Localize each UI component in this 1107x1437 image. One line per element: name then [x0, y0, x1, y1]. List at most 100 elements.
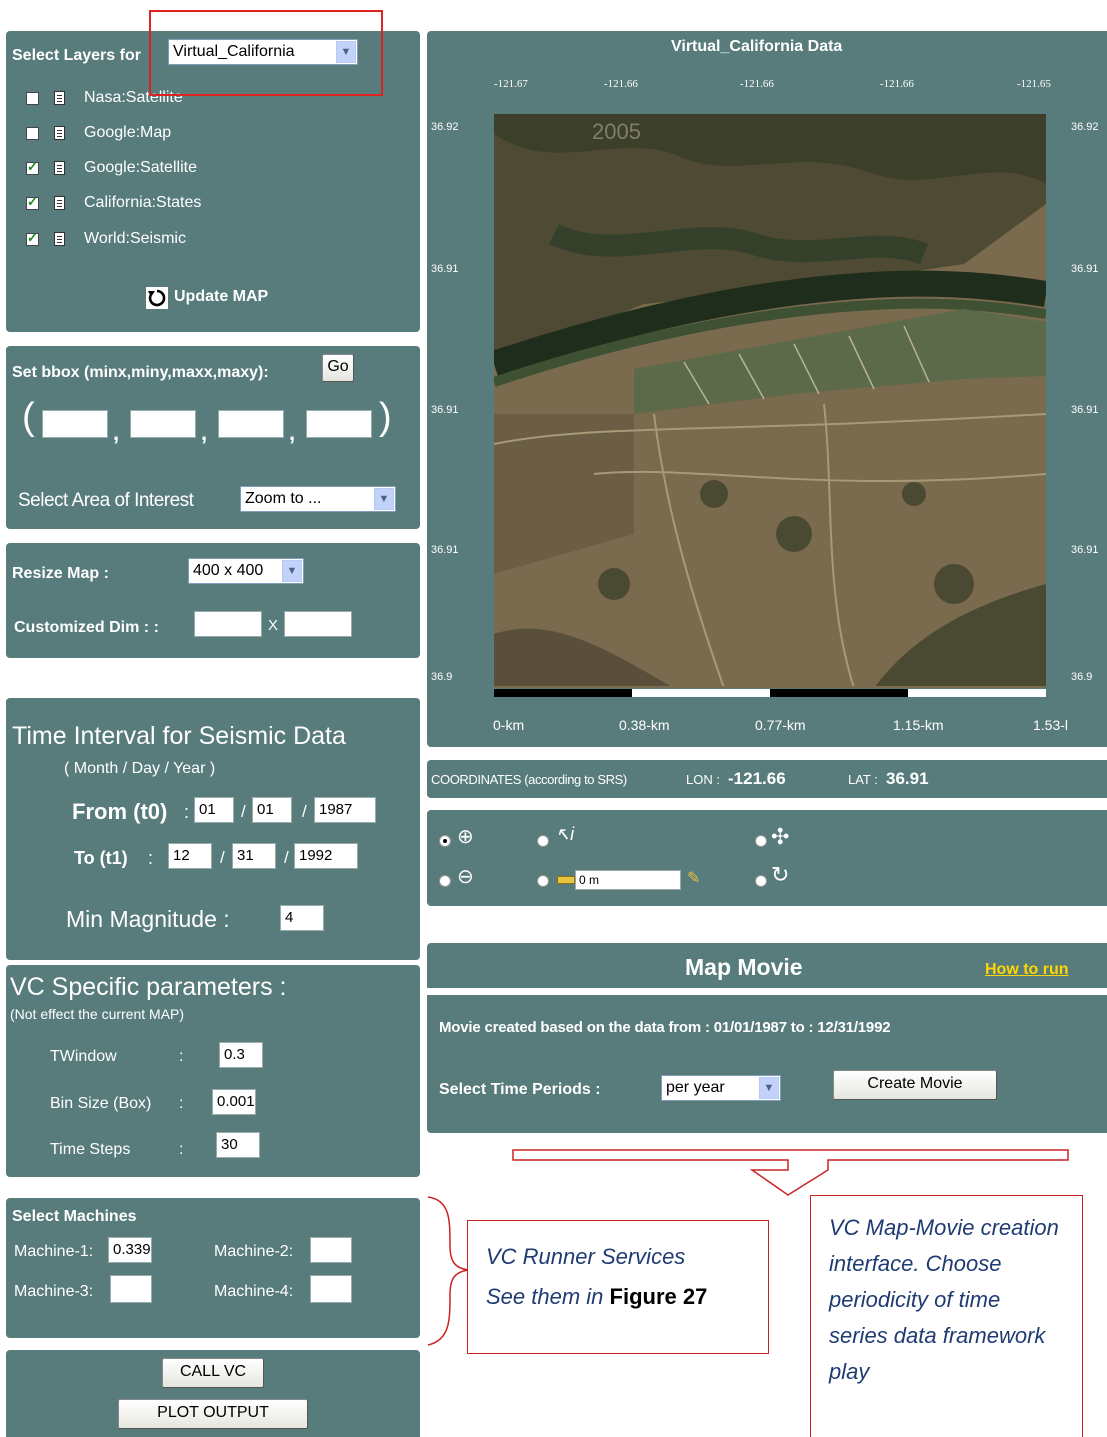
call-vc-button[interactable]: CALL VC [162, 1358, 264, 1388]
scale-label: 1.53-l [1033, 717, 1069, 733]
layer-checkbox[interactable] [26, 127, 39, 140]
movie-created-text: Movie created based on the data from : 0… [439, 1019, 891, 1036]
to-day-field[interactable]: 31 [232, 843, 276, 869]
maxx-field[interactable] [218, 410, 284, 438]
rotate-icon[interactable]: ↻ [771, 862, 789, 888]
size-value: 400 x 400 [193, 562, 264, 579]
slash: / [220, 848, 225, 867]
timesteps-field[interactable]: 30 [216, 1132, 260, 1158]
create-movie-button[interactable]: Create Movie [833, 1070, 997, 1100]
scale-label: 0.77-km [755, 717, 806, 733]
go-button[interactable]: Go [322, 354, 354, 382]
ruler-icon[interactable] [557, 876, 575, 884]
satellite-map-image[interactable]: 2005 [494, 114, 1046, 688]
from-day-field[interactable]: 01 [252, 797, 292, 823]
from-label: From (t0) [72, 799, 168, 824]
area-value: Zoom to ... [245, 490, 322, 507]
layer-checkbox[interactable] [26, 230, 39, 246]
miny-field[interactable] [130, 410, 196, 438]
map-watermark: 2005 [592, 119, 641, 144]
custom-height-field[interactable] [284, 611, 352, 637]
custom-width-field[interactable] [194, 611, 262, 637]
from-month-field[interactable]: 01 [194, 797, 234, 823]
zoom-out-icon[interactable]: ⊖ [457, 864, 474, 889]
lat-value: 36.91 [886, 769, 929, 788]
machine-4-field[interactable] [310, 1275, 352, 1303]
lat-tick-left: 36.91 [431, 404, 459, 416]
area-select[interactable]: Zoom to ... ▼ [240, 486, 396, 512]
machines-panel: Select Machines Machine-1: 0.339 Machine… [6, 1198, 420, 1338]
lat-tick-left: 36.92 [431, 121, 459, 133]
chevron-down-icon: ▼ [374, 488, 394, 510]
tool-radio-pan[interactable] [755, 835, 767, 847]
maxy-field[interactable] [306, 410, 372, 438]
zoom-in-icon[interactable]: ⊕ [457, 824, 474, 849]
scale-label: 0-km [493, 717, 525, 733]
tool-radio-rotate[interactable] [755, 875, 767, 887]
resize-panel: Resize Map : 400 x 400 ▼ Customized Dim … [6, 543, 420, 658]
map-panel: Virtual_California Data -121.67 -121.66 … [427, 31, 1107, 747]
minx-field[interactable] [42, 410, 108, 438]
colon: : [184, 802, 190, 822]
size-select[interactable]: 400 x 400 ▼ [188, 558, 304, 584]
vc-runner-callout: VC Runner Services See them in Figure 27 [467, 1220, 769, 1354]
scale-bar [494, 689, 1046, 697]
runner-line1: VC Runner Services [486, 1244, 686, 1269]
tool-radio-zoom-in[interactable] [439, 835, 451, 847]
to-label: To (t1) [74, 848, 128, 868]
chevron-down-icon: ▼ [759, 1077, 779, 1099]
tool-radio-zoom-out[interactable] [439, 875, 451, 887]
timesteps-label: Time Steps [50, 1141, 131, 1158]
to-month-field[interactable]: 12 [168, 843, 212, 869]
layer-group-value: Virtual_California [173, 43, 295, 60]
plot-output-button[interactable]: PLOT OUTPUT [118, 1399, 308, 1429]
movie-callout-text: VC Map-Movie creation interface. Choose … [829, 1215, 1059, 1384]
tool-radio-measure[interactable] [537, 875, 549, 887]
update-map-label: Update MAP [174, 288, 269, 305]
period-select[interactable]: per year ▼ [661, 1075, 781, 1101]
chevron-down-icon: ▼ [336, 41, 356, 63]
twindow-field[interactable]: 0.3 [219, 1042, 263, 1068]
to-year-field[interactable]: 1992 [294, 843, 358, 869]
colon: : [179, 1095, 184, 1112]
lon-tick: -121.65 [1017, 78, 1051, 90]
layer-checkbox[interactable] [26, 159, 39, 175]
how-to-run-link[interactable]: How to run [985, 961, 1069, 979]
pan-icon[interactable]: ✣ [771, 824, 789, 850]
close-paren: ) [379, 396, 392, 438]
lat-tick-right: 36.91 [1071, 544, 1099, 556]
layer-group-select[interactable]: Virtual_California ▼ [168, 39, 358, 65]
min-magnitude-label: Min Magnitude : [66, 906, 230, 932]
lon-tick: -121.66 [740, 78, 774, 90]
scale-segment [908, 689, 1046, 697]
from-year-field[interactable]: 1987 [314, 797, 376, 823]
time-interval-panel: Time Interval for Seismic Data ( Month /… [6, 698, 420, 960]
runner-figure-ref: Figure 27 [609, 1284, 708, 1309]
refresh-icon [146, 287, 168, 309]
scale-label: 1.15-km [893, 717, 944, 733]
map-movie-title: Map Movie [685, 954, 803, 980]
layer-doc-icon [54, 161, 65, 175]
min-magnitude-field[interactable]: 4 [280, 905, 324, 931]
comma: , [289, 420, 296, 445]
binsize-field[interactable]: 0.001 [212, 1089, 256, 1115]
scale-segment [632, 689, 770, 697]
eraser-icon[interactable]: ✎ [687, 868, 700, 888]
layer-checkbox[interactable] [26, 194, 39, 210]
machine-3-field[interactable] [110, 1275, 152, 1303]
lon-label: LON : [686, 772, 720, 787]
slash: / [302, 802, 307, 821]
layers-label: Select Layers for [12, 47, 141, 64]
layer-doc-icon [54, 126, 65, 140]
machine-3-label: Machine-3: [14, 1283, 94, 1300]
layer-checkbox[interactable] [26, 92, 39, 105]
info-pointer-icon[interactable]: ↖i [555, 824, 574, 845]
bbox-label: Set bbox (minx,miny,maxx,maxy): [12, 364, 269, 381]
machine-1-field[interactable]: 0.339 [108, 1237, 152, 1263]
update-map-button[interactable]: Update MAP [146, 285, 296, 311]
measure-field[interactable]: 0 m [575, 870, 681, 890]
tool-radio-info[interactable] [537, 835, 549, 847]
machine-2-field[interactable] [310, 1237, 352, 1263]
scale-segment [494, 689, 632, 697]
layer-label: World:Seismic [84, 230, 186, 247]
